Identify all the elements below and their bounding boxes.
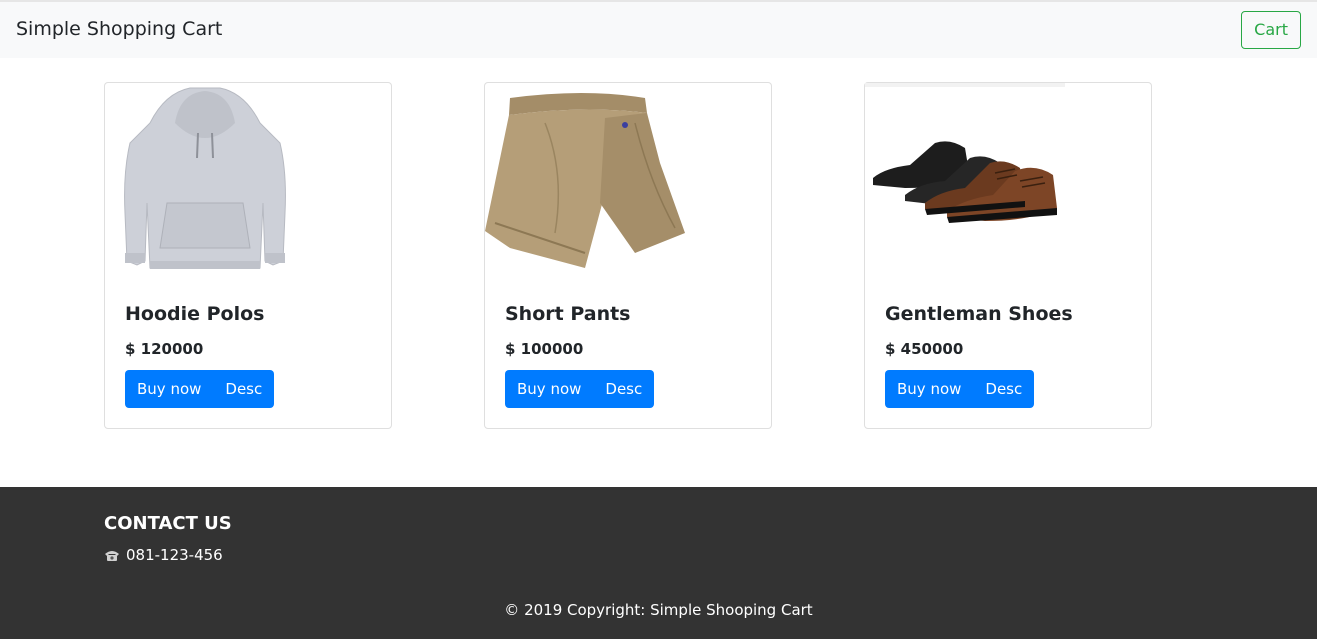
product-card: Gentleman Shoes $ 450000 Buy now Desc (864, 82, 1152, 429)
phone-number: 081-123-456 (126, 546, 223, 564)
shoes-image (865, 83, 1065, 223)
buy-now-button[interactable]: Buy now (125, 370, 214, 408)
product-card: Short Pants $ 100000 Buy now Desc (484, 82, 772, 429)
desc-button[interactable]: Desc (973, 370, 1035, 408)
product-card: Hoodie Polos $ 120000 Buy now Desc (104, 82, 392, 429)
navbar: Simple Shopping Cart Cart (0, 0, 1317, 58)
copyright: © 2019 Copyright: Simple Shooping Cart (504, 601, 813, 619)
cart-button[interactable]: Cart (1241, 11, 1301, 49)
product-price: $ 100000 (505, 340, 584, 358)
product-title: Hoodie Polos (125, 303, 265, 325)
product-title: Gentleman Shoes (885, 303, 1073, 325)
product-price: $ 450000 (885, 340, 964, 358)
contact-phone: 081-123-456 (104, 546, 223, 564)
shorts-image (485, 93, 685, 268)
product-actions: Buy now Desc (125, 370, 275, 408)
hoodie-image (124, 87, 286, 269)
phone-icon (105, 551, 119, 561)
desc-button[interactable]: Desc (213, 370, 275, 408)
product-price: $ 120000 (125, 340, 204, 358)
product-title: Short Pants (505, 303, 631, 325)
buy-now-button[interactable]: Buy now (505, 370, 594, 408)
product-actions: Buy now Desc (885, 370, 1035, 408)
footer: CONTACT US 081-123-456 © 2019 Copyright:… (0, 487, 1317, 639)
product-actions: Buy now Desc (505, 370, 655, 408)
desc-button[interactable]: Desc (593, 370, 655, 408)
brand-link[interactable]: Simple Shopping Cart (16, 18, 222, 40)
contact-title: CONTACT US (104, 513, 232, 534)
buy-now-button[interactable]: Buy now (885, 370, 974, 408)
